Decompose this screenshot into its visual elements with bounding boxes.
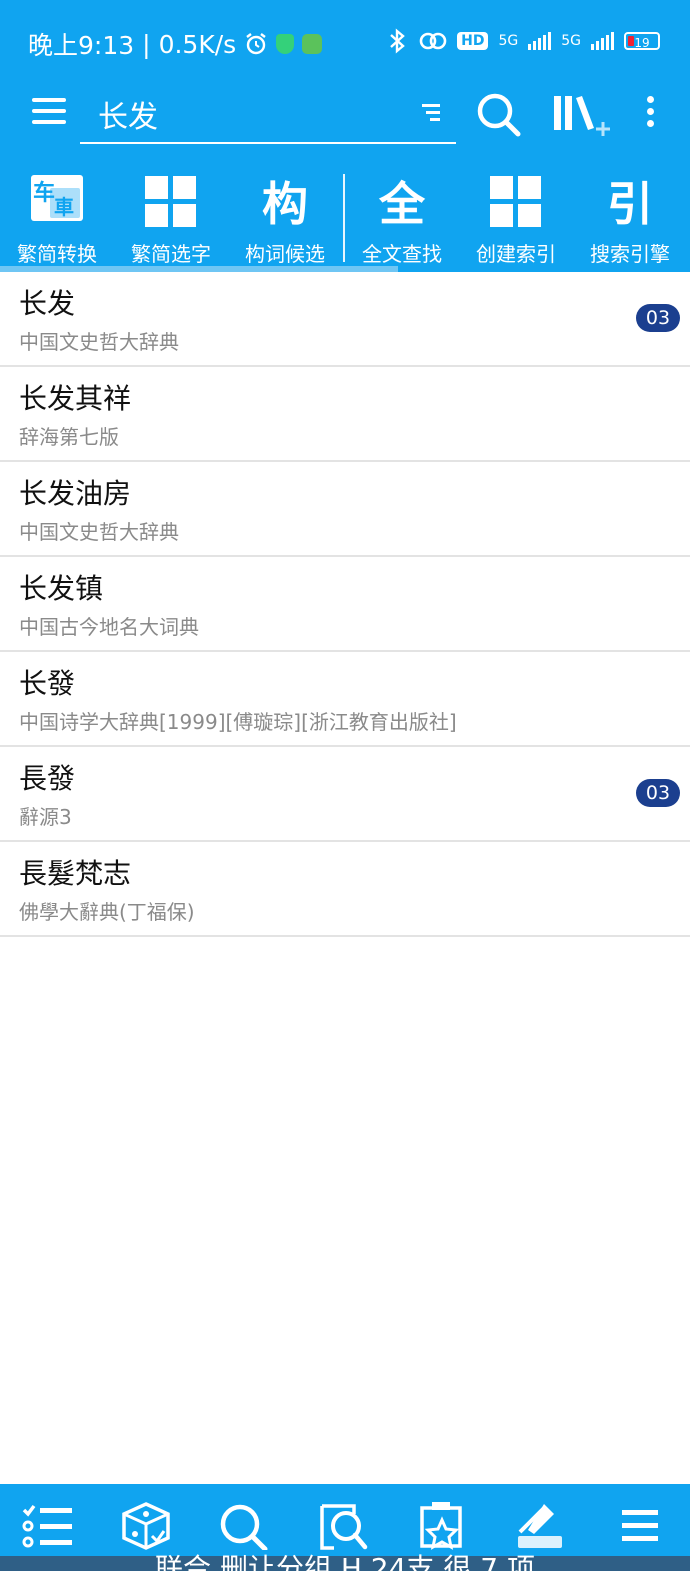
grid-icon	[145, 176, 197, 228]
search-icon[interactable]	[476, 92, 522, 138]
tool-label: 搜索引擎	[590, 242, 670, 266]
list-item[interactable]: 长发其祥 辞海第七版	[0, 367, 690, 462]
network-speed: 0.5K/s	[158, 29, 237, 59]
tool-convert-button[interactable]: 车 車 繁简转换	[0, 170, 114, 272]
entry-title: 长发其祥	[19, 382, 132, 415]
library-add-icon[interactable]	[552, 92, 612, 138]
entry-title: 長髮梵志	[19, 857, 132, 890]
battery-level: 19	[634, 36, 650, 50]
count-badge: 03	[636, 304, 680, 332]
entry-title: 长发镇	[19, 572, 104, 605]
checklist-icon[interactable]	[22, 1502, 74, 1550]
search-input[interactable]	[98, 90, 398, 138]
hd-badge: HD	[457, 32, 489, 50]
list-item[interactable]: 長髮梵志 佛學大辭典(丁福保)	[0, 842, 690, 937]
dice-icon[interactable]	[120, 1502, 172, 1550]
convert-icon: 车 車	[31, 175, 83, 221]
status-time: 晚上9:13	[28, 31, 135, 60]
sim2-label: 5G	[561, 33, 581, 49]
list-item[interactable]: 长發 中国诗学大辞典[1999][傅璇琮][浙江教育出版社]	[0, 652, 690, 747]
tool-compound-button[interactable]: 构 构词候选	[228, 170, 342, 272]
menu-list-icon[interactable]	[614, 1502, 666, 1550]
status-separator: |	[142, 29, 151, 59]
favorite-clipboard-icon[interactable]	[416, 1502, 468, 1550]
bluetooth-icon	[390, 28, 405, 54]
filter-icon[interactable]	[422, 104, 440, 124]
menu-icon[interactable]	[32, 98, 66, 126]
entry-source: 中国古今地名大词典	[19, 615, 199, 639]
toolbar: 车 車 繁简转换 繁简选字 构 构词候选 全 全文查找 创建索引 引 搜索引擎	[0, 170, 690, 272]
status-bar: 晚上9:13 | 0.5K/s HD 5G 5G 19	[0, 0, 690, 84]
count-badge: 03	[636, 779, 680, 807]
entry-title: 长發	[19, 667, 76, 700]
search-nav-icon[interactable]	[218, 1502, 270, 1550]
entry-source: 辞海第七版	[19, 425, 119, 449]
app-bar	[0, 84, 690, 170]
tool-fulltext-button[interactable]: 全 全文查找	[345, 170, 459, 272]
tool-label: 繁简转换	[17, 242, 97, 266]
tool-glyph: 引	[607, 177, 653, 231]
list-item[interactable]: 长发油房 中国文史哲大辞典	[0, 462, 690, 557]
result-list: 长发 中国文史哲大辞典 03 长发其祥 辞海第七版 长发油房 中国文史哲大辞典 …	[0, 272, 690, 937]
tool-label: 全文查找	[362, 242, 442, 266]
tool-label: 繁简选字	[131, 242, 211, 266]
tool-select-char-button[interactable]: 繁简选字	[114, 170, 228, 272]
list-item[interactable]: 长发镇 中国古今地名大词典	[0, 557, 690, 652]
tool-label: 创建索引	[476, 242, 556, 266]
svg-text:车: 车	[33, 180, 55, 206]
status-left: 晚上9:13 | 0.5K/s	[28, 26, 323, 62]
sim1-label: 5G	[498, 33, 519, 49]
more-icon[interactable]	[640, 96, 660, 132]
signal-icon	[528, 32, 552, 50]
tool-search-engine-button[interactable]: 引 搜索引擎	[573, 170, 687, 272]
entry-title: 长发油房	[19, 477, 132, 510]
list-item[interactable]: 长发 中国文史哲大辞典 03	[0, 272, 690, 367]
subtitle-caption: 联合 删让分组 H 24支 很 7 项	[0, 1555, 690, 1571]
svg-text:車: 車	[54, 195, 74, 219]
battery-icon: 19	[624, 32, 660, 50]
grid-icon	[490, 176, 542, 228]
entry-source: 中国文史哲大辞典	[19, 520, 179, 544]
tools-icon[interactable]	[514, 1502, 566, 1550]
status-right: HD 5G 5G 19	[387, 28, 660, 54]
tool-index-button[interactable]: 创建索引	[459, 170, 573, 272]
list-item[interactable]: 長發 辭源3 03	[0, 747, 690, 842]
entry-title: 长发	[19, 287, 76, 320]
link-icon	[419, 32, 447, 50]
entry-source: 中国诗学大辞典[1999][傅璇琮][浙江教育出版社]	[19, 710, 457, 734]
book-search-icon[interactable]	[318, 1502, 370, 1550]
tool-glyph: 全	[379, 177, 425, 231]
entry-title: 長發	[19, 762, 76, 795]
tool-glyph: 构	[262, 177, 308, 231]
bottom-nav: 联合 删让分组 H 24支 很 7 项	[0, 1484, 690, 1571]
search-box	[80, 90, 456, 144]
signal-icon-2	[591, 32, 614, 50]
entry-source: 辭源3	[19, 805, 72, 829]
entry-source: 中国文史哲大辞典	[19, 330, 179, 354]
tool-label: 构词候选	[245, 242, 325, 266]
alarm-icon	[246, 33, 266, 55]
shield-icon	[276, 34, 295, 54]
entry-source: 佛學大辭典(丁福保)	[19, 900, 195, 924]
robot-icon	[302, 34, 323, 54]
